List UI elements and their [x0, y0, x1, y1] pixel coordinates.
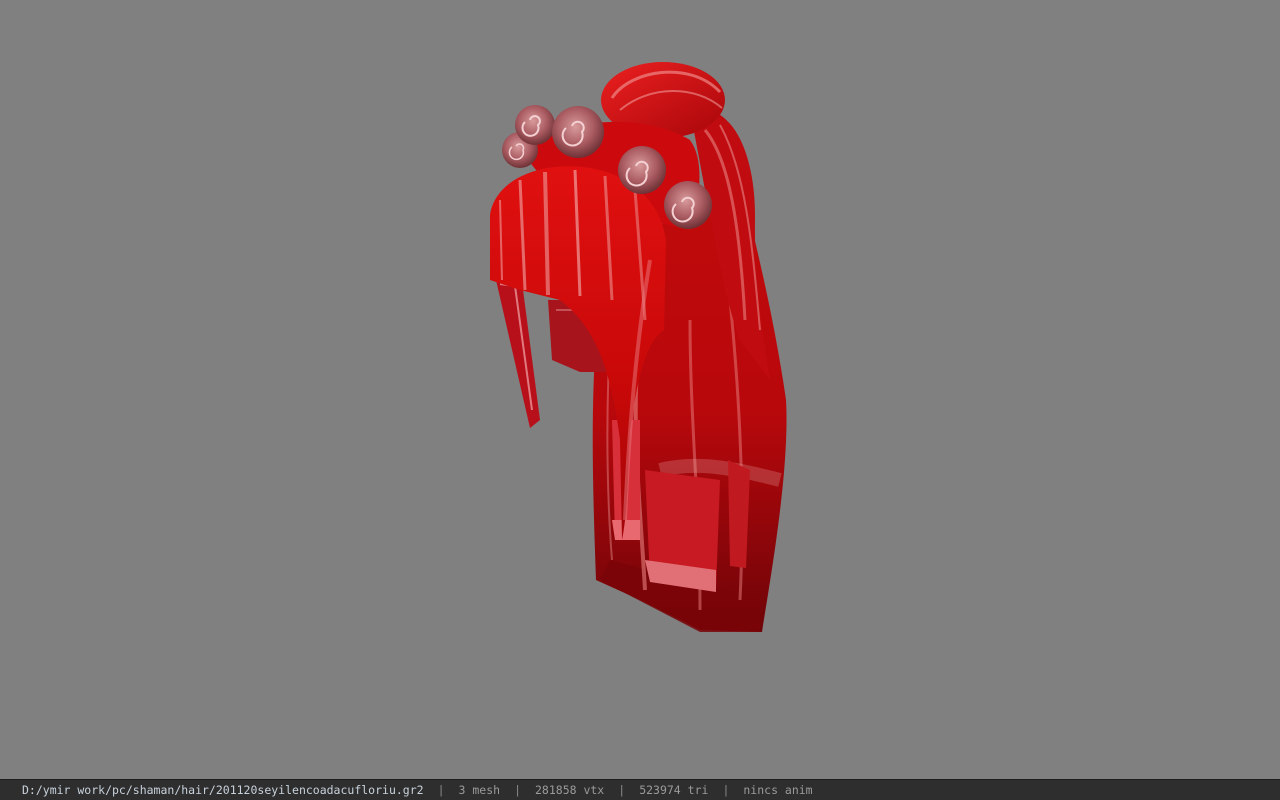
mesh-count: 3 mesh — [458, 783, 501, 797]
rose-4 — [618, 146, 666, 194]
status-separator: | — [722, 783, 730, 797]
anim-status: nincs anim — [743, 783, 813, 797]
status-separator: | — [618, 783, 626, 797]
rose-3 — [552, 106, 604, 158]
rose-5 — [664, 181, 712, 229]
3d-viewport[interactable] — [0, 0, 1280, 779]
status-bar: D:/ymir work/pc/shaman/hair/201120seyile… — [0, 779, 1280, 800]
hair-model-render[interactable] — [0, 0, 1280, 779]
triangle-count: 523974 tri — [639, 783, 709, 797]
file-path: D:/ymir work/pc/shaman/hair/201120seyile… — [22, 783, 424, 797]
rose-2 — [515, 105, 555, 145]
status-separator: | — [437, 783, 445, 797]
vertex-count: 281858 vtx — [535, 783, 605, 797]
status-separator: | — [514, 783, 521, 797]
